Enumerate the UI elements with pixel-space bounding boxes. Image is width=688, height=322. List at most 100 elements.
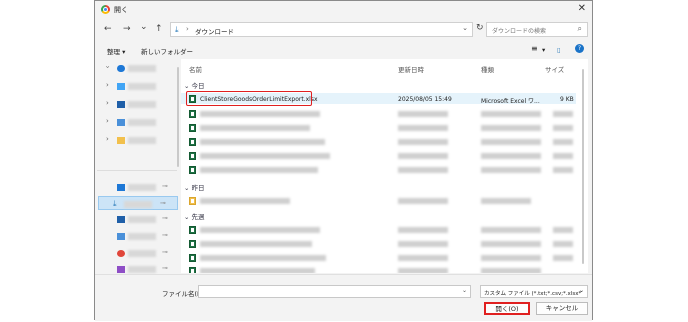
blurred-text <box>481 227 541 233</box>
nav-item-onedrive[interactable]: › <box>95 63 175 74</box>
excel-file-icon <box>189 267 196 273</box>
address-bar[interactable]: ⤓ › ダウンロード ⌄ <box>170 22 473 37</box>
filename-input[interactable]: ⌄ <box>198 285 471 298</box>
file-row[interactable] <box>181 224 576 235</box>
nav-label-blurred <box>128 266 156 273</box>
highlight-box <box>186 91 312 106</box>
blurred-text <box>398 227 448 233</box>
excel-file-icon <box>189 226 196 234</box>
blurred-text <box>553 255 573 261</box>
chevron-icon: › <box>106 99 109 107</box>
title-bar: 開く ✕ <box>95 1 592 18</box>
nav-item-folder[interactable]: › <box>95 81 175 92</box>
file-row[interactable] <box>181 164 576 175</box>
folder-row[interactable] <box>181 195 576 206</box>
cancel-button[interactable]: キャンセル <box>536 302 588 315</box>
column-header-name[interactable]: 名前 <box>189 64 202 74</box>
back-icon[interactable]: ← <box>104 24 112 34</box>
download-icon: ⤓ <box>113 199 117 208</box>
chrome-icon <box>101 5 110 14</box>
refresh-icon[interactable]: ↻ <box>476 23 484 33</box>
file-row[interactable] <box>181 136 576 147</box>
forward-icon[interactable]: → <box>123 24 131 34</box>
excel-file-icon <box>189 152 196 160</box>
new-folder-button[interactable]: 新しいフォルダー <box>141 46 193 56</box>
file-row[interactable] <box>181 122 576 133</box>
group-header-yesterday[interactable]: ⌄ 昨日 <box>184 182 205 192</box>
blurred-text <box>481 125 541 131</box>
view-options-icon[interactable]: ≡ <box>531 44 538 53</box>
blurred-text <box>481 255 541 261</box>
navigation-pane: › › › › › ⊸ ⤓ ⊸ ⊸ ⊸ ⊸ ⊸ <box>95 59 180 273</box>
filetype-select[interactable]: カスタム ファイル (*.txt;*.csv;*.xlsx* ⌄ <box>480 285 588 298</box>
nav-item-folder[interactable]: › <box>95 117 175 128</box>
blurred-text <box>200 227 320 233</box>
chevron-down-icon: ⌄ <box>184 184 190 192</box>
column-header-type[interactable]: 種類 <box>481 64 494 74</box>
column-header-size[interactable]: サイズ <box>545 64 564 74</box>
chevron-icon: › <box>106 81 109 89</box>
download-icon: ⤓ <box>175 25 179 34</box>
nav-label-blurred <box>128 250 156 257</box>
organize-button[interactable]: 整理 ▾ <box>107 46 125 56</box>
open-file-dialog: 開く ✕ ← → ⌄ ↑ ⤓ › ダウンロード ⌄ ↻ ダウンロードの検索 ⌕ … <box>94 0 593 321</box>
file-row[interactable] <box>181 150 576 161</box>
toolbar: 整理 ▾ 新しいフォルダー ≡ ▾ ▯ ? <box>95 43 592 58</box>
file-list-scrollbar[interactable] <box>582 69 584 264</box>
bottom-panel: ファイル名(N): ⌄ カスタム ファイル (*.txt;*.csv;*.xls… <box>95 274 592 321</box>
search-input[interactable]: ダウンロードの検索 ⌕ <box>486 22 588 37</box>
nav-label-blurred <box>128 216 156 223</box>
close-icon[interactable]: ✕ <box>578 3 586 14</box>
nav-item-folder[interactable]: › <box>95 135 175 146</box>
pin-icon: ⊸ <box>162 264 168 272</box>
nav-item-quick-access[interactable]: ⊸ <box>95 248 175 259</box>
divider <box>97 170 177 171</box>
blurred-text <box>553 167 573 173</box>
group-header-last-week[interactable]: ⌄ 先週 <box>184 211 205 221</box>
blurred-text <box>553 125 573 131</box>
excel-file-icon <box>189 124 196 132</box>
chevron-icon: › <box>106 135 109 143</box>
nav-label-blurred <box>128 184 156 191</box>
folder-icon <box>117 83 125 90</box>
address-dropdown-icon[interactable]: ⌄ <box>462 24 468 32</box>
filename-dropdown-icon[interactable]: ⌄ <box>462 287 467 294</box>
blurred-text <box>398 153 448 159</box>
blurred-text <box>398 139 448 145</box>
excel-file-icon <box>189 138 196 146</box>
column-header-modified[interactable]: 更新日時 <box>398 64 424 74</box>
pin-icon: ⊸ <box>160 199 166 207</box>
nav-item-quick-access[interactable]: ⊸ <box>95 214 175 225</box>
nav-item-downloads[interactable]: ⤓ ⊸ <box>98 196 178 210</box>
file-row[interactable] <box>181 265 576 273</box>
blurred-text <box>553 153 573 159</box>
help-icon[interactable]: ? <box>575 44 584 53</box>
breadcrumb[interactable]: ダウンロード <box>195 26 234 36</box>
file-row[interactable] <box>181 108 576 119</box>
blurred-text <box>481 139 541 145</box>
nav-label-blurred <box>128 101 156 108</box>
group-label: 今日 <box>191 82 205 90</box>
recent-locations-icon[interactable]: ⌄ <box>140 22 148 32</box>
blurred-text <box>200 125 310 131</box>
preview-pane-icon[interactable]: ▯ <box>557 46 561 54</box>
view-chevron-icon[interactable]: ▾ <box>542 46 545 54</box>
group-label: 昨日 <box>191 184 205 192</box>
chevron-down-icon: ⌄ <box>184 213 190 221</box>
group-header-today[interactable]: ⌄ 今日 <box>184 80 205 90</box>
file-row[interactable] <box>181 238 576 249</box>
up-icon[interactable]: ↑ <box>155 24 163 34</box>
pin-icon: ⊸ <box>162 248 168 256</box>
blurred-text <box>398 268 448 273</box>
nav-scrollbar[interactable] <box>177 67 179 167</box>
open-button[interactable]: 開く(O) <box>484 302 530 315</box>
nav-item-quick-access[interactable]: ⊸ <box>95 182 175 193</box>
blurred-text <box>200 198 290 204</box>
file-row[interactable] <box>181 252 576 263</box>
pictures-icon <box>117 119 125 126</box>
blurred-text <box>200 268 315 273</box>
nav-item-folder[interactable]: › <box>95 99 175 110</box>
documents-icon <box>117 216 125 223</box>
nav-item-quick-access[interactable]: ⊸ <box>95 231 175 242</box>
blurred-text <box>481 241 541 247</box>
